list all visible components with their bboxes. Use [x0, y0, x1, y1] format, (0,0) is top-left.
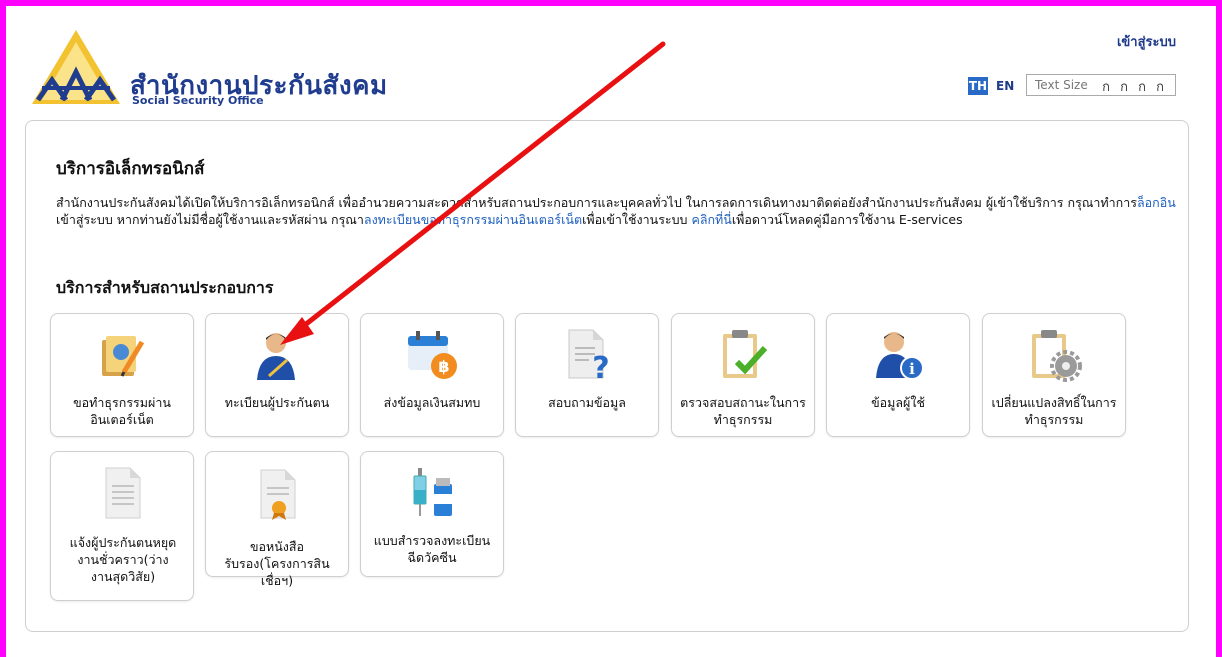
tile-certificate-request[interactable]: ขอหนังสือรับรอง(โครงการสินเชื่อฯ) — [205, 451, 349, 588]
text-size-control: Text Size ก ก ก ก — [1026, 74, 1176, 96]
tile-internet-transaction[interactable]: ขอทำธุรกรรมผ่านอินเตอร์เน็ต — [50, 313, 194, 437]
tile-inquiry[interactable]: ? สอบถามข้อมูล — [515, 313, 659, 437]
document-icon — [105, 467, 141, 519]
intro-text-part: เข้าสู่ระบบ หากท่านยังไม่มีชื่อผู้ใช้งาน… — [56, 212, 364, 227]
org-name-en: Social Security Office — [132, 94, 264, 107]
calendar-baht-icon: ฿ — [408, 331, 457, 379]
person-pen-icon — [257, 333, 295, 380]
intro-text-part: เพื่อเข้าใช้งานระบบ — [582, 212, 692, 227]
tile-label: ส่งข้อมูลเงินสมทบ — [383, 395, 481, 410]
tile-label: แจ้งผู้ประกันตนหยุดงานชั่วคราว(ว่างงานสุ… — [69, 535, 177, 584]
clipboard-gear-icon — [1032, 330, 1082, 382]
click-here-link[interactable]: คลิกที่นี่ — [691, 212, 731, 227]
clipboard-check-icon — [723, 330, 768, 378]
tile-label: สอบถามข้อมูล — [548, 395, 626, 410]
tile-label: ข้อมูลผู้ใช้ — [871, 395, 925, 410]
intro-text-part: สำนักงานประกันสังคมได้เปิดให้บริการอิเล็… — [56, 195, 1137, 210]
intro-text: สำนักงานประกันสังคมได้เปิดให้บริการอิเล็… — [56, 194, 1176, 228]
login-inline-link[interactable]: ล็อกอิน — [1137, 195, 1176, 210]
login-link[interactable]: เข้าสู่ระบบ — [1117, 31, 1176, 52]
user-info-icon: i — [876, 332, 924, 380]
tile-contribution-submit[interactable]: ฿ ส่งข้อมูลเงินสมทบ — [360, 313, 504, 437]
lang-en-button[interactable]: EN — [996, 77, 1014, 95]
tile-change-rights[interactable]: เปลี่ยนแปลงสิทธิ์ในการทำธุรกรรม — [982, 313, 1126, 437]
tile-user-info[interactable]: i ข้อมูลผู้ใช้ — [826, 313, 970, 437]
text-size-label: Text Size — [1035, 78, 1088, 92]
tile-vaccine-survey[interactable]: แบบสำรวจลงทะเบียนฉีดวัคซีน — [360, 451, 504, 577]
tile-transaction-status[interactable]: ตรวจสอบสถานะในการทำธุรกรรม — [671, 313, 815, 437]
sso-logo-icon — [32, 30, 120, 104]
tile-label: เปลี่ยนแปลงสิทธิ์ในการทำธุรกรรม — [991, 395, 1117, 427]
tile-label: แบบสำรวจลงทะเบียนฉีดวัคซีน — [373, 533, 491, 565]
register-inline-link[interactable]: ลงทะเบียนขอทำธุรกรรมผ่านอินเตอร์เน็ต — [364, 212, 582, 227]
document-question-icon: ? — [568, 329, 610, 382]
svg-text:?: ? — [592, 351, 609, 382]
svg-text:i: i — [909, 360, 915, 378]
tile-label: ตรวจสอบสถานะในการทำธุรกรรม — [680, 395, 806, 427]
certificate-icon — [260, 469, 296, 520]
tile-label: ขอหนังสือรับรอง(โครงการสินเชื่อฯ) — [224, 539, 330, 588]
tile-insured-registration[interactable]: ทะเบียนผู้ประกันตน — [205, 313, 349, 437]
folder-pencil-icon — [102, 336, 145, 377]
tile-label: ทะเบียนผู้ประกันตน — [224, 395, 330, 410]
intro-text-part: เพื่อดาวน์โหลดคู่มือการใช้งาน E-services — [731, 212, 963, 227]
text-size-options[interactable]: ก ก ก ก — [1102, 76, 1167, 97]
tile-label: ขอทำธุรกรรมผ่านอินเตอร์เน็ต — [73, 395, 171, 427]
vaccine-icon — [413, 468, 452, 516]
page-title: บริการอิเล็กทรอนิกส์ — [56, 159, 205, 179]
lang-th-button[interactable]: TH — [968, 77, 988, 95]
section-title: บริการสำหรับสถานประกอบการ — [56, 278, 274, 297]
tile-temporary-stop-notice[interactable]: แจ้งผู้ประกันตนหยุดงานชั่วคราว(ว่างงานสุ… — [50, 451, 194, 601]
svg-text:฿: ฿ — [438, 357, 449, 376]
